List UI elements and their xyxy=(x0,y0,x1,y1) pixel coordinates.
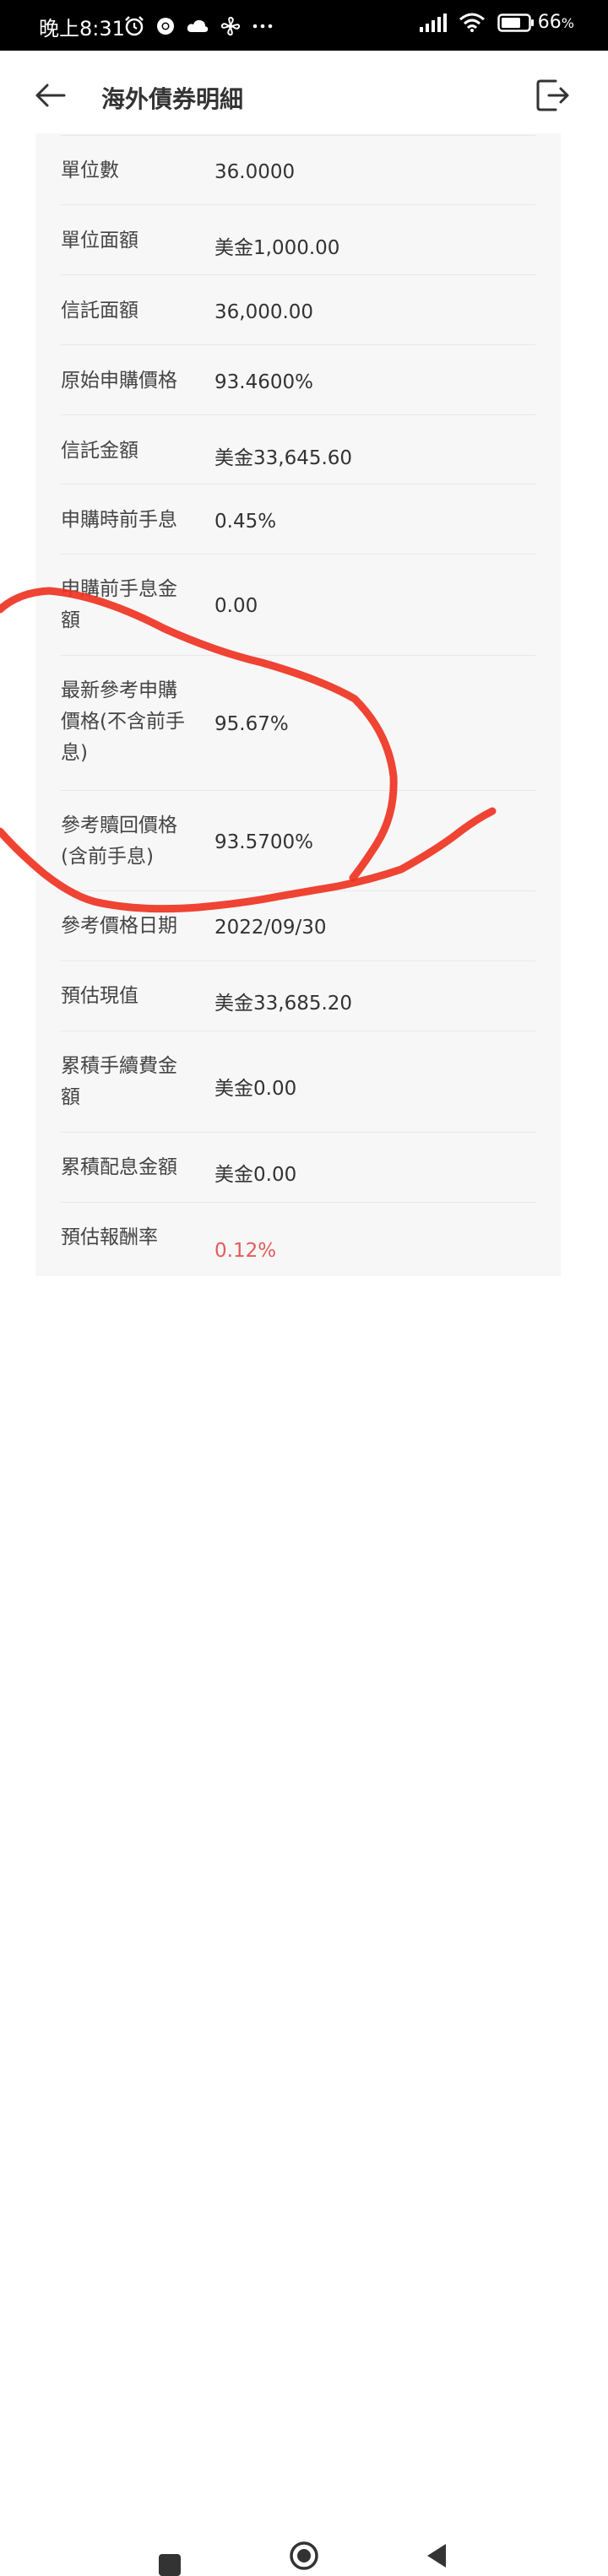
detail-label: 參考價格日期 xyxy=(61,915,177,937)
detail-value: 36.0000 xyxy=(214,161,296,183)
detail-row: 單位數 36.0000 xyxy=(61,135,535,205)
detail-label: 申購前手息金額 xyxy=(61,578,177,631)
detail-label: 累積配息金額 xyxy=(61,1156,177,1178)
detail-value: 美金0.00 xyxy=(214,1164,297,1186)
detail-label: 參考贖回價格(含前手息) xyxy=(61,814,177,868)
detail-label: 信託面額 xyxy=(61,300,138,322)
detail-row: 申購時前手息 0.45% xyxy=(61,484,535,555)
detail-label: 最新參考申購價格(不含前手息) xyxy=(61,679,185,764)
detail-value: 93.5700% xyxy=(214,831,313,853)
status-bar: 晚上8:31 66% xyxy=(0,0,608,51)
detail-value: 0.45% xyxy=(214,511,277,533)
detail-label: 申購時前手息 xyxy=(61,509,177,531)
status-time: 晚上8:31 xyxy=(39,17,125,41)
detail-value: 美金33,645.60 xyxy=(214,447,353,469)
detail-row: 信託金額 美金33,645.60 xyxy=(61,414,535,484)
home-icon[interactable] xyxy=(289,2541,319,2571)
detail-row: 信託面額 36,000.00 xyxy=(61,274,535,345)
battery-percent: 66% xyxy=(537,12,574,33)
detail-row: 單位面額 美金1,000.00 xyxy=(61,204,535,275)
chrome-icon xyxy=(157,18,174,35)
detail-label: 預估現值 xyxy=(61,985,138,1007)
page-title: 海外債券明細 xyxy=(101,85,244,113)
detail-label: 單位數 xyxy=(61,160,119,181)
system-nav-bar xyxy=(0,1276,608,2576)
more-notifications-icon xyxy=(252,24,273,29)
detail-row: 預估現值 美金33,685.20 xyxy=(61,961,535,1031)
recent-apps-icon[interactable] xyxy=(159,2554,181,2576)
wifi-icon xyxy=(459,13,485,32)
detail-value: 36,000.00 xyxy=(214,301,314,323)
detail-value: 0.00 xyxy=(214,595,258,617)
notification-icons xyxy=(123,14,274,38)
detail-row: 參考價格日期 2022/09/30 xyxy=(61,890,535,961)
detail-value: 美金33,685.20 xyxy=(214,993,353,1015)
back-arrow-icon[interactable] xyxy=(34,78,68,112)
alarm-icon xyxy=(125,16,144,36)
detail-value: 95.67% xyxy=(214,713,289,735)
logout-icon[interactable] xyxy=(535,78,571,113)
detail-row: 累積手續費金額 美金0.00 xyxy=(61,1031,535,1133)
detail-label: 單位面額 xyxy=(61,230,138,252)
detail-row: 原始申購價格 93.4600% xyxy=(61,344,535,415)
detail-row: 預估報酬率 0.12% xyxy=(61,1202,535,1276)
battery-icon xyxy=(497,13,534,32)
detail-value: 93.4600% xyxy=(214,371,313,393)
detail-label: 原始申購價格 xyxy=(61,370,177,392)
detail-label: 預估報酬率 xyxy=(61,1226,158,1248)
back-nav-icon[interactable] xyxy=(426,2542,448,2569)
detail-value: 美金1,000.00 xyxy=(214,237,340,259)
detail-row: 申購前手息金額 0.00 xyxy=(61,554,535,656)
signal-icon xyxy=(419,13,447,32)
fan-icon xyxy=(220,16,241,36)
detail-row: 最新參考申購價格(不含前手息) 95.67% xyxy=(61,655,535,791)
cloud-icon xyxy=(187,19,209,32)
detail-label: 信託金額 xyxy=(61,440,138,462)
detail-value: 2022/09/30 xyxy=(214,917,327,939)
bond-detail-card: 單位數 36.0000 單位面額 美金1,000.00 信託面額 36,000.… xyxy=(35,133,561,1276)
detail-label: 累積手續費金額 xyxy=(61,1055,177,1108)
detail-value: 美金0.00 xyxy=(214,1078,297,1100)
status-right: 66% xyxy=(419,12,574,33)
detail-row: 累積配息金額 美金0.00 xyxy=(61,1132,535,1203)
detail-value: 0.12% xyxy=(214,1240,277,1262)
detail-row: 參考贖回價格(含前手息) 93.5700% xyxy=(61,790,535,891)
app-header: 海外債券明細 xyxy=(0,51,608,135)
